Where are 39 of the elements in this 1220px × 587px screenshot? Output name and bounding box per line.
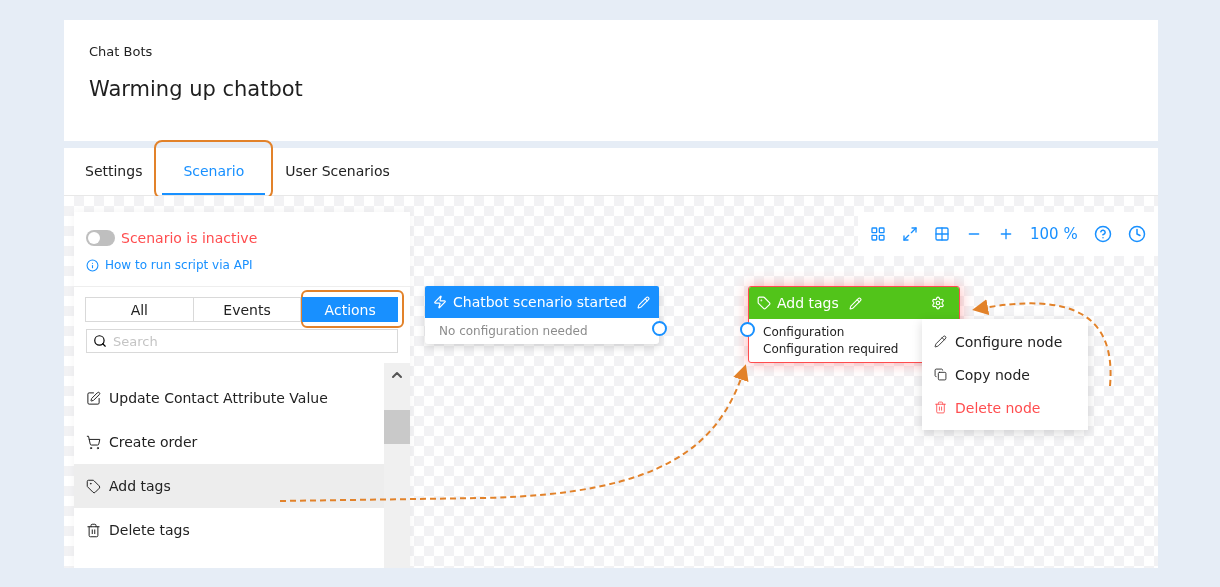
tag-icon	[757, 296, 771, 310]
zoom-in-icon[interactable]	[998, 226, 1014, 242]
tab[interactable]: User Scenarios	[273, 148, 402, 195]
action-item[interactable]: Add tags	[74, 464, 384, 508]
clock-icon[interactable]	[1127, 225, 1146, 243]
settings-icon[interactable]	[931, 296, 945, 310]
expand-icon[interactable]	[902, 226, 918, 242]
grid-icon[interactable]	[870, 226, 886, 242]
edit-icon[interactable]	[636, 295, 650, 309]
cart-icon	[86, 434, 101, 450]
node-title: Add tags	[777, 295, 839, 311]
status-text: Scenario is inactive	[121, 230, 258, 246]
scrollbar-thumb[interactable]	[384, 410, 410, 444]
edit-icon[interactable]	[848, 296, 862, 310]
breadcrumb[interactable]: Chat Bots	[89, 44, 1133, 59]
tag-icon	[86, 478, 101, 494]
bolt-icon	[433, 295, 447, 309]
pencil-icon	[934, 335, 947, 348]
node-text: Configuration	[763, 325, 846, 339]
search-icon	[93, 334, 107, 348]
page-title: Warming up chatbot	[89, 77, 304, 101]
trash-icon	[86, 522, 101, 538]
copy-icon	[934, 368, 947, 381]
flow-node[interactable]: Chatbot scenario started No configuration needed	[425, 286, 659, 344]
trash-icon	[934, 401, 947, 414]
toggle-switch[interactable]	[86, 230, 115, 246]
filter-tab[interactable]: All	[85, 297, 194, 322]
scrollbar[interactable]	[384, 363, 410, 568]
edit-icon	[86, 390, 101, 406]
filter-tab[interactable]: Events	[192, 297, 302, 322]
search-field[interactable]: Search	[86, 329, 398, 353]
node-title: Chatbot scenario started	[453, 294, 627, 310]
fit-icon[interactable]	[934, 226, 950, 242]
node-text: No configuration needed	[439, 324, 589, 338]
info-icon	[86, 258, 99, 272]
zoom-level: 100 %	[1030, 225, 1078, 243]
help-icon[interactable]	[1093, 225, 1112, 243]
node-text: Configuration required	[763, 342, 900, 356]
tab[interactable]: Settings	[73, 148, 155, 195]
